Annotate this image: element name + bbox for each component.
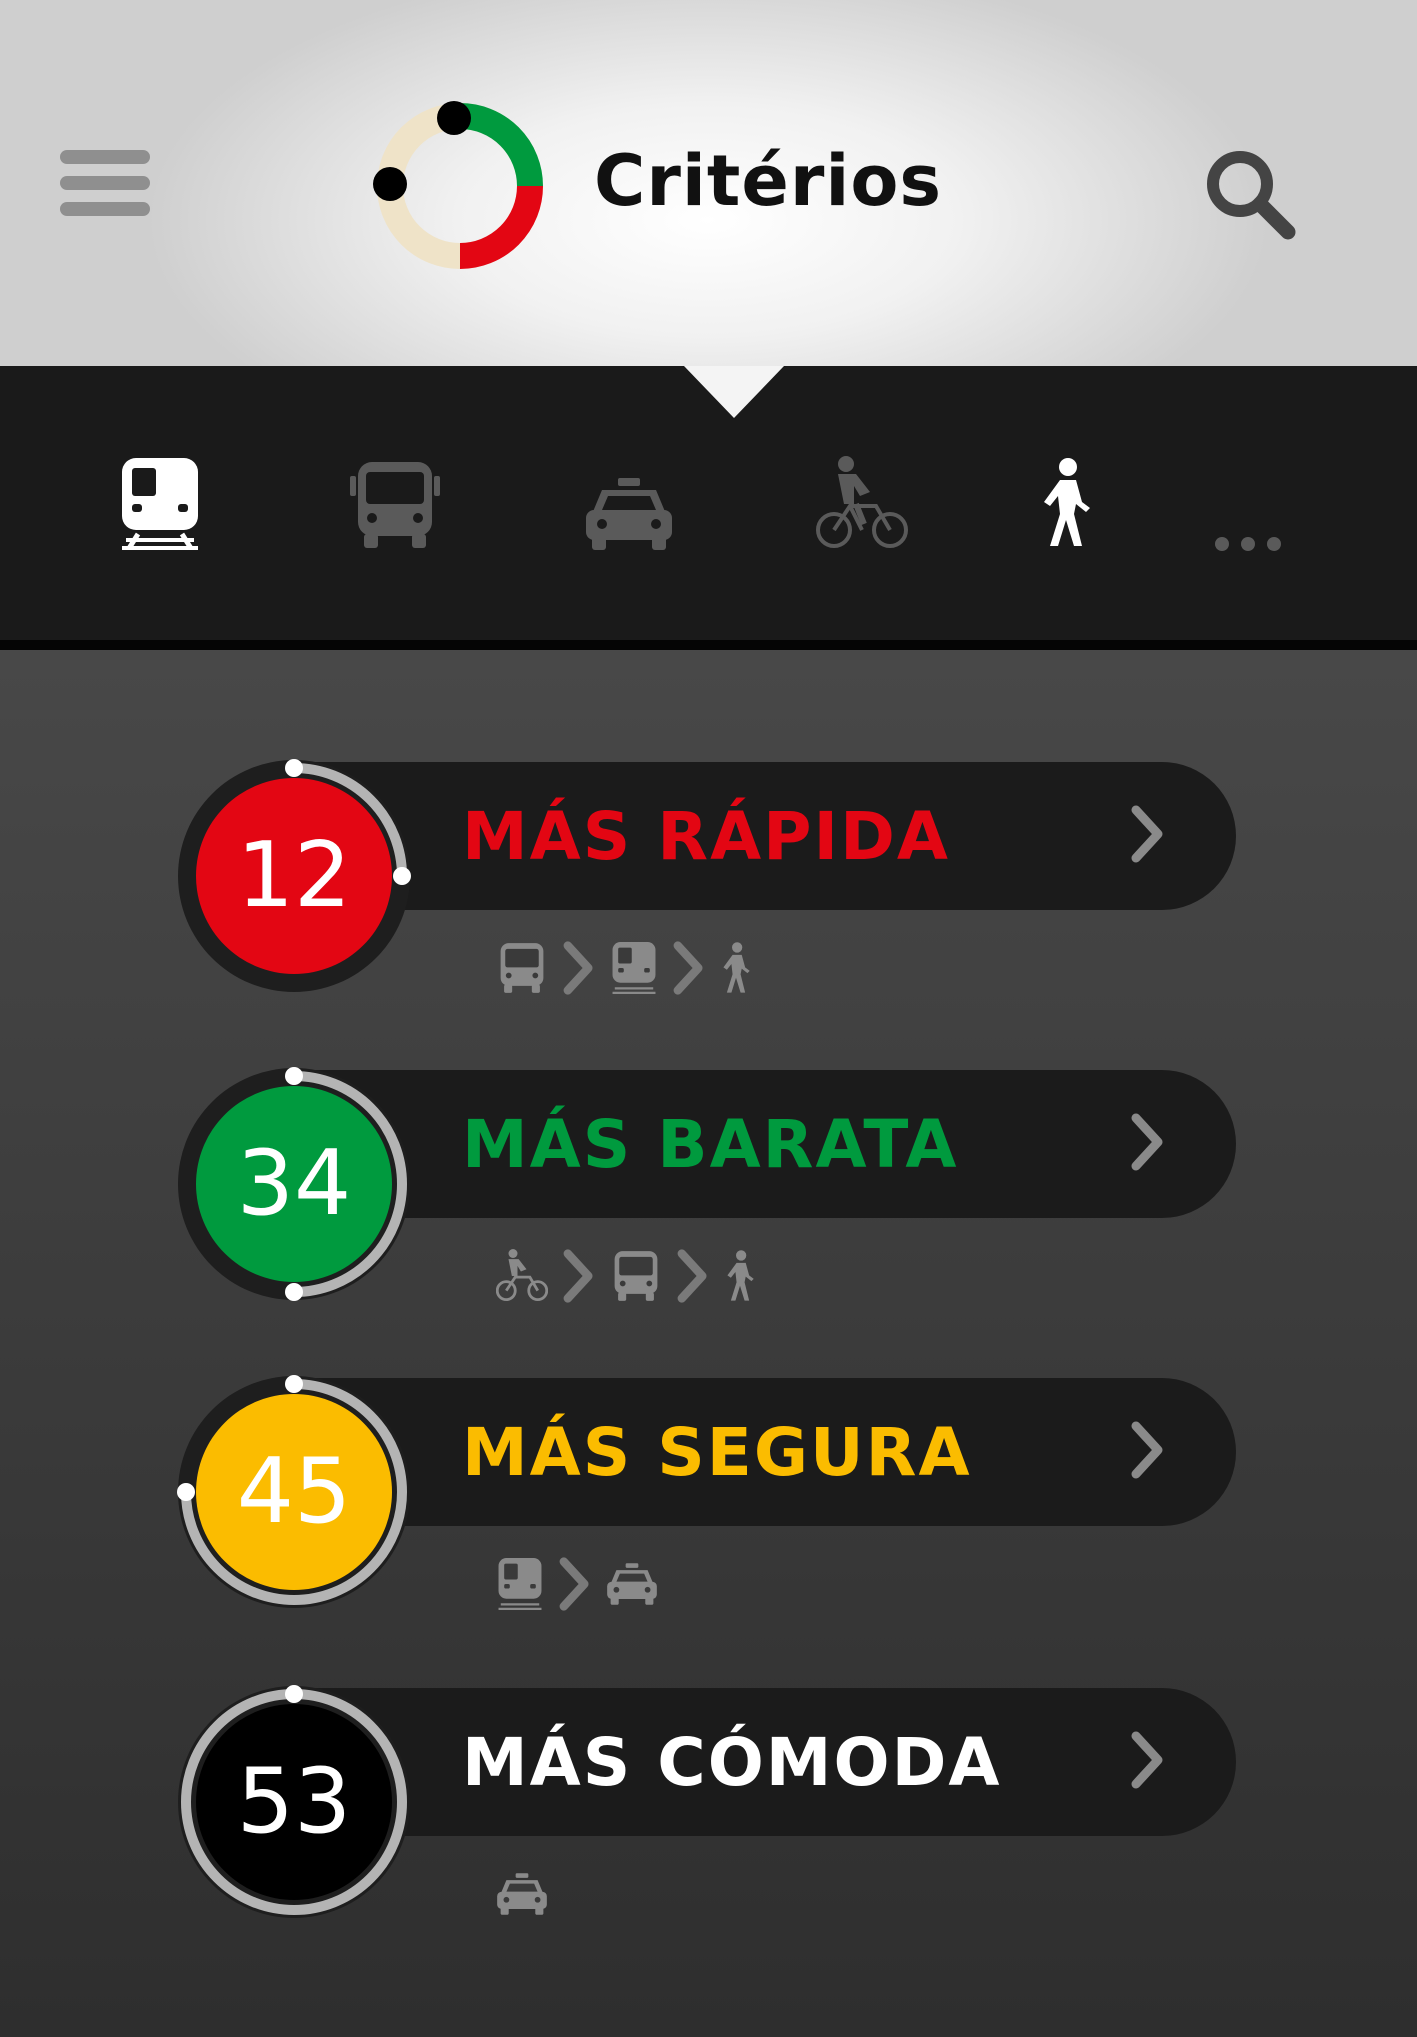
route-label: MÁS SEGURA	[462, 1414, 972, 1491]
mode-train-tab[interactable]	[118, 458, 202, 550]
route-score-number: 45	[236, 1439, 352, 1544]
train-icon	[496, 1558, 544, 1614]
mode-walk-tab[interactable]	[1038, 458, 1094, 548]
walking-icon	[724, 1250, 756, 1306]
step-chevron-icon	[672, 940, 706, 1000]
route-score-badge: 34	[176, 1066, 412, 1302]
mode-taxi-tab[interactable]	[584, 478, 674, 550]
route-score-badge: 53	[176, 1684, 412, 1920]
mode-more-tab[interactable]	[1214, 536, 1282, 552]
train-icon	[610, 942, 658, 998]
route-label: MÁS BARATA	[462, 1106, 959, 1183]
step-chevron-icon	[562, 940, 596, 1000]
active-section-pointer	[684, 366, 784, 418]
route-steps	[496, 938, 752, 1002]
route-score-badge: 45	[176, 1374, 412, 1610]
step-chevron-icon	[676, 1248, 710, 1308]
bicycle-icon	[816, 456, 908, 548]
route-score-number: 53	[236, 1749, 352, 1854]
hamburger-menu-icon[interactable]	[60, 150, 150, 216]
route-score-badge: 12	[176, 758, 412, 994]
walking-icon	[1044, 458, 1090, 546]
more-dots-icon	[1215, 537, 1281, 551]
page-title: Critérios	[594, 140, 943, 222]
chevron-right-icon	[1131, 805, 1163, 863]
app-logo	[373, 101, 543, 269]
bus-icon	[496, 942, 548, 998]
taxi-icon	[496, 1873, 548, 1919]
bus-icon	[350, 462, 440, 548]
route-score-number: 12	[236, 823, 352, 928]
chevron-right-icon	[1131, 1731, 1163, 1789]
route-score-number: 34	[236, 1131, 352, 1236]
route-pill[interactable]: MÁS SEGURA	[290, 1378, 1236, 1526]
route-label: MÁS CÓMODA	[462, 1724, 1002, 1801]
bus-icon	[610, 1250, 662, 1306]
step-chevron-icon	[558, 1556, 592, 1616]
step-chevron-icon	[562, 1248, 596, 1308]
app-header: Critérios	[0, 0, 1417, 366]
chevron-right-icon	[1131, 1113, 1163, 1171]
route-pill[interactable]: MÁS BARATA	[290, 1070, 1236, 1218]
route-steps	[495, 1246, 756, 1310]
route-steps	[496, 1864, 548, 1928]
chevron-right-icon	[1131, 1421, 1163, 1479]
train-icon	[122, 458, 198, 550]
taxi-icon	[606, 1563, 658, 1609]
walking-icon	[720, 942, 752, 998]
taxi-icon	[586, 478, 672, 550]
route-option-safest[interactable]: MÁS SEGURA 45	[0, 1375, 1417, 1668]
route-option-most-comfortable[interactable]: MÁS CÓMODA 53	[0, 1685, 1417, 1978]
bicycle-icon	[495, 1249, 549, 1307]
route-option-cheapest[interactable]: MÁS BARATA 34	[0, 1067, 1417, 1360]
route-option-fastest[interactable]: MÁS RÁPIDA 12	[0, 759, 1417, 1052]
route-steps	[496, 1554, 658, 1618]
route-pill[interactable]: MÁS CÓMODA	[290, 1688, 1236, 1836]
mode-bus-tab[interactable]	[350, 460, 440, 550]
route-label: MÁS RÁPIDA	[462, 798, 950, 875]
mode-bicycle-tab[interactable]	[816, 456, 908, 552]
route-pill[interactable]: MÁS RÁPIDA	[290, 762, 1236, 910]
search-icon[interactable]	[1200, 144, 1300, 244]
